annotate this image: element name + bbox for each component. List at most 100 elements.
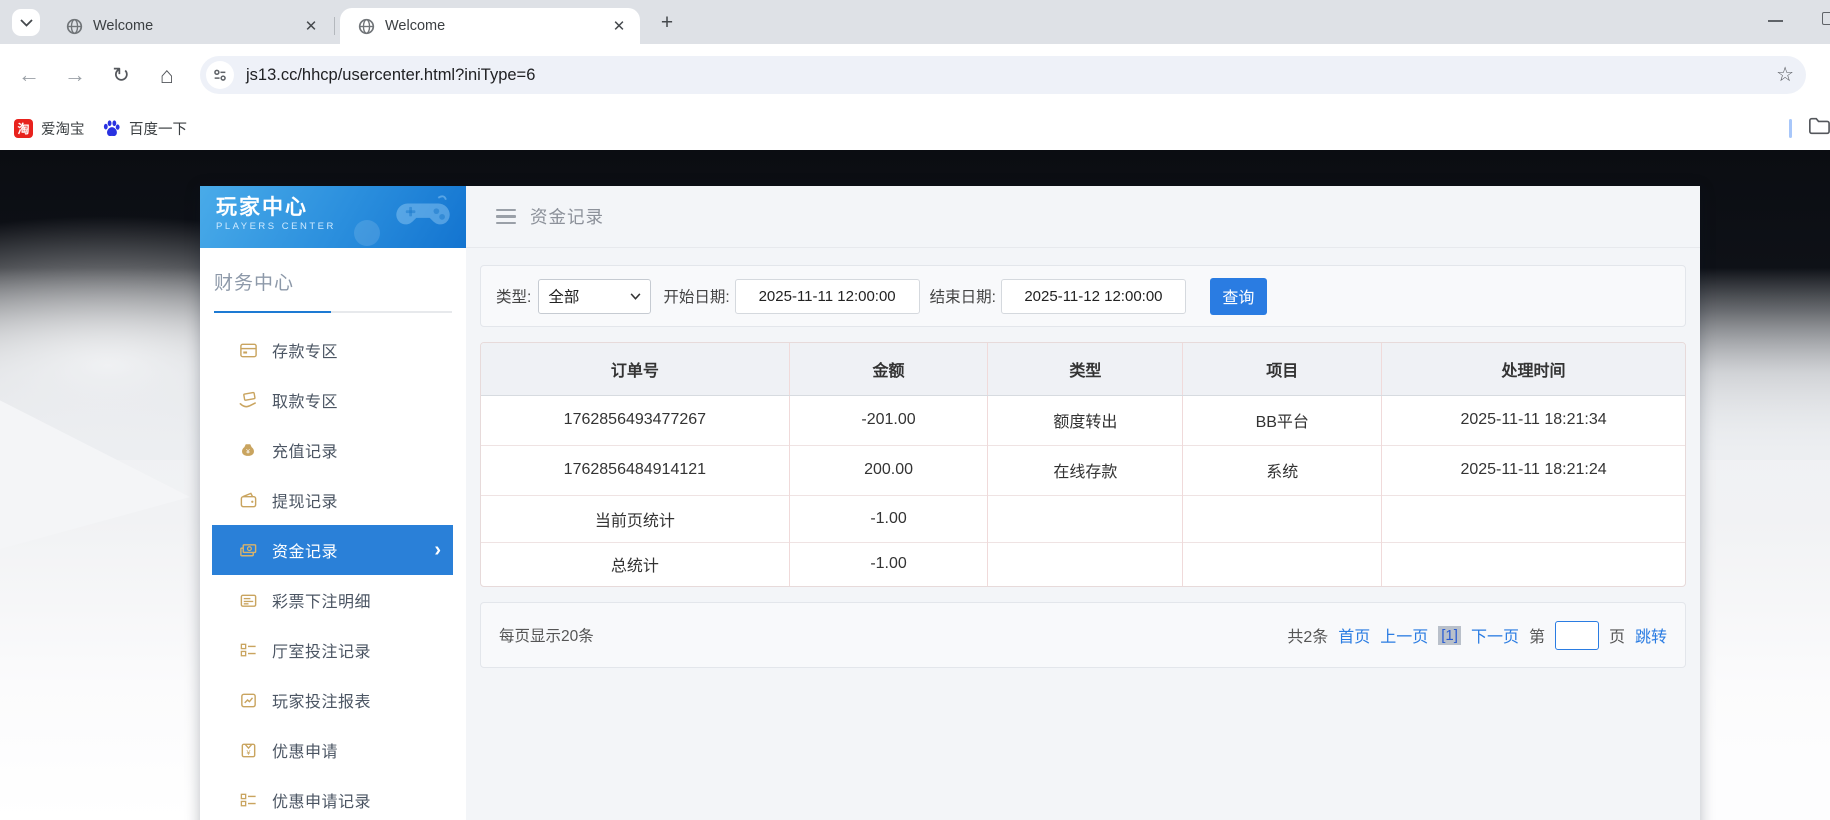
hamburger-icon <box>496 208 516 225</box>
sidebar-item-funds-records[interactable]: 资金记录 › <box>212 525 453 575</box>
hand-money-icon <box>237 391 259 410</box>
finance-center-label: 财务中心 <box>214 273 295 294</box>
prev-page-link[interactable]: 上一页 <box>1380 623 1428 647</box>
gift-icon: ¥ <box>237 741 259 760</box>
per-page-label: 每页显示20条 <box>499 628 594 645</box>
tab-separator <box>334 17 335 35</box>
wallet-icon <box>237 491 259 510</box>
sidebar-item-hall-bet-records[interactable]: 厅室投注记录 <box>212 625 453 675</box>
sidebar-item-lottery-bet-details[interactable]: 彩票下注明细 <box>212 575 453 625</box>
cell-amount: -1.00 <box>788 541 988 586</box>
sidebar-item-withdraw-zone[interactable]: 取款专区 <box>212 375 453 425</box>
tab-title: Welcome <box>93 18 154 34</box>
col-amount: 金额 <box>788 343 988 396</box>
site-settings-icon[interactable] <box>206 61 234 89</box>
sidebar-item-label: 玩家投注报表 <box>272 694 372 711</box>
home-button[interactable]: ⌂ <box>152 60 182 90</box>
section-underline <box>214 311 452 313</box>
table-row-total-summary: 总统计 -1.00 <box>481 541 1685 586</box>
browser-toolbar: ← → ↻ ⌂ js13.cc/hhcp/usercenter.html?ini… <box>0 44 1830 106</box>
cell-amount: -1.00 <box>788 494 988 542</box>
svg-text:¥: ¥ <box>246 748 250 756</box>
content-header: 资金记录 <box>466 186 1700 248</box>
bookmark-label: 百度一下 <box>129 121 187 138</box>
cell-type: 在线存款 <box>987 444 1183 495</box>
table-row: 1762856493477267 -201.00 额度转出 BB平台 2025-… <box>481 395 1685 445</box>
tab-close-button[interactable]: ✕ <box>300 15 322 37</box>
tab-search-button[interactable] <box>12 9 40 36</box>
tab-welcome-1[interactable]: Welcome ✕ <box>48 8 332 44</box>
sidebar-menu: 存款专区 取款专区 ¥ 充值记录 提现记录 资金记录 › 彩票下注明细 厅室投注… <box>200 325 466 820</box>
sidebar-item-promo-apply[interactable]: ¥ 优惠申请 <box>212 725 453 775</box>
cell-amount: 200.00 <box>788 444 988 495</box>
reload-button[interactable]: ↻ <box>106 60 136 90</box>
url-text: js13.cc/hhcp/usercenter.html?iniType=6 <box>246 65 536 84</box>
jump-button[interactable]: 跳转 <box>1635 623 1667 647</box>
sidebar-item-deposit-zone[interactable]: 存款专区 <box>212 325 453 375</box>
tab-close-button[interactable]: ✕ <box>608 15 630 37</box>
cell-process-time: 2025-11-11 18:21:24 <box>1381 444 1685 495</box>
window-minimize-button[interactable] <box>1768 20 1783 22</box>
bookmark-baidu[interactable]: 百度一下 <box>96 114 193 142</box>
taobao-icon: 淘 <box>14 118 33 138</box>
cell-project: BB平台 <box>1182 395 1382 445</box>
col-process-time: 处理时间 <box>1381 343 1685 396</box>
user-center-panel: 玩家中心 PLAYERS CENTER 财务中心 存款专区 取款专区 ¥ 充值记… <box>200 186 1700 820</box>
content-body: 类型: 全部 开始日期: 结束日期: 查询 <box>466 248 1700 685</box>
pager-controls: 共2条 首页 上一页 [1] 下一页 第 页 跳转 <box>1287 620 1667 650</box>
type-label: 类型: <box>496 289 532 306</box>
type-select[interactable]: 全部 <box>538 278 652 314</box>
web-page: 玩家中心 PLAYERS CENTER 财务中心 存款专区 取款专区 ¥ 充值记… <box>0 150 1830 820</box>
next-page-link[interactable]: 下一页 <box>1471 623 1519 647</box>
all-bookmarks-folder-icon[interactable] <box>1808 116 1830 136</box>
new-tab-button[interactable]: + <box>653 9 681 36</box>
sidebar-item-label: 优惠申请记录 <box>272 794 372 811</box>
address-bar[interactable]: js13.cc/hhcp/usercenter.html?iniType=6 ☆ <box>200 56 1806 94</box>
type-select-value: 全部 <box>548 289 580 306</box>
cell-summary-label: 当前页统计 <box>481 494 790 542</box>
start-date-input[interactable] <box>734 278 920 314</box>
page-jump-input[interactable] <box>1554 620 1599 650</box>
col-project: 项目 <box>1182 343 1382 396</box>
tab-title: Welcome <box>385 18 446 34</box>
sidebar-item-label: 厅室投注记录 <box>272 644 372 661</box>
first-page-link[interactable]: 首页 <box>1338 623 1370 647</box>
sidebar-item-label: 存款专区 <box>272 344 339 361</box>
sidebar-item-label: 彩票下注明细 <box>272 594 372 611</box>
money-bag-icon: ¥ <box>237 441 259 460</box>
cell-type: 额度转出 <box>987 395 1183 445</box>
end-date-input[interactable] <box>1000 278 1186 314</box>
current-page-indicator: [1] <box>1438 625 1461 645</box>
banknotes-icon <box>237 541 259 560</box>
globe-icon <box>358 18 375 35</box>
list-icon <box>237 791 259 810</box>
cell-process-time: 2025-11-11 18:21:34 <box>1381 395 1685 445</box>
bookmark-star-icon[interactable]: ☆ <box>1776 65 1794 85</box>
list-icon <box>237 641 259 660</box>
ticket-list-icon <box>237 591 259 610</box>
baidu-paw-icon <box>102 119 121 138</box>
bookmarks-bar: 淘 爱淘宝 百度一下 <box>0 106 1830 150</box>
tab-welcome-2[interactable]: Welcome ✕ <box>340 8 640 44</box>
chevron-down-icon <box>630 292 641 300</box>
chevron-down-icon <box>19 18 33 27</box>
jump-prefix-label: 第 <box>1528 629 1545 646</box>
sidebar-item-label: 取款专区 <box>272 394 339 411</box>
col-type: 类型 <box>987 343 1183 396</box>
sidebar-item-withdrawal-records[interactable]: 提现记录 <box>212 475 453 525</box>
table-row: 1762856484914121 200.00 在线存款 系统 2025-11-… <box>481 444 1685 495</box>
sidebar-item-promo-apply-records[interactable]: 优惠申请记录 <box>212 775 453 820</box>
sidebar-item-player-bet-report[interactable]: 玩家投注报表 <box>212 675 453 725</box>
total-count-label: 共2条 <box>1287 629 1329 646</box>
sidebar-item-recharge-records[interactable]: ¥ 充值记录 <box>212 425 453 475</box>
forward-button[interactable]: → <box>60 60 90 90</box>
deposit-card-icon <box>237 341 259 360</box>
bookmark-taobao[interactable]: 淘 爱淘宝 <box>8 114 91 142</box>
query-button[interactable]: 查询 <box>1209 277 1267 315</box>
globe-icon <box>66 18 83 35</box>
window-maximize-button[interactable] <box>1822 12 1830 25</box>
cell-summary-label: 总统计 <box>481 541 790 586</box>
back-button[interactable]: ← <box>14 60 44 90</box>
jump-suffix-label: 页 <box>1608 629 1625 646</box>
cell-order-no: 1762856493477267 <box>563 411 707 428</box>
